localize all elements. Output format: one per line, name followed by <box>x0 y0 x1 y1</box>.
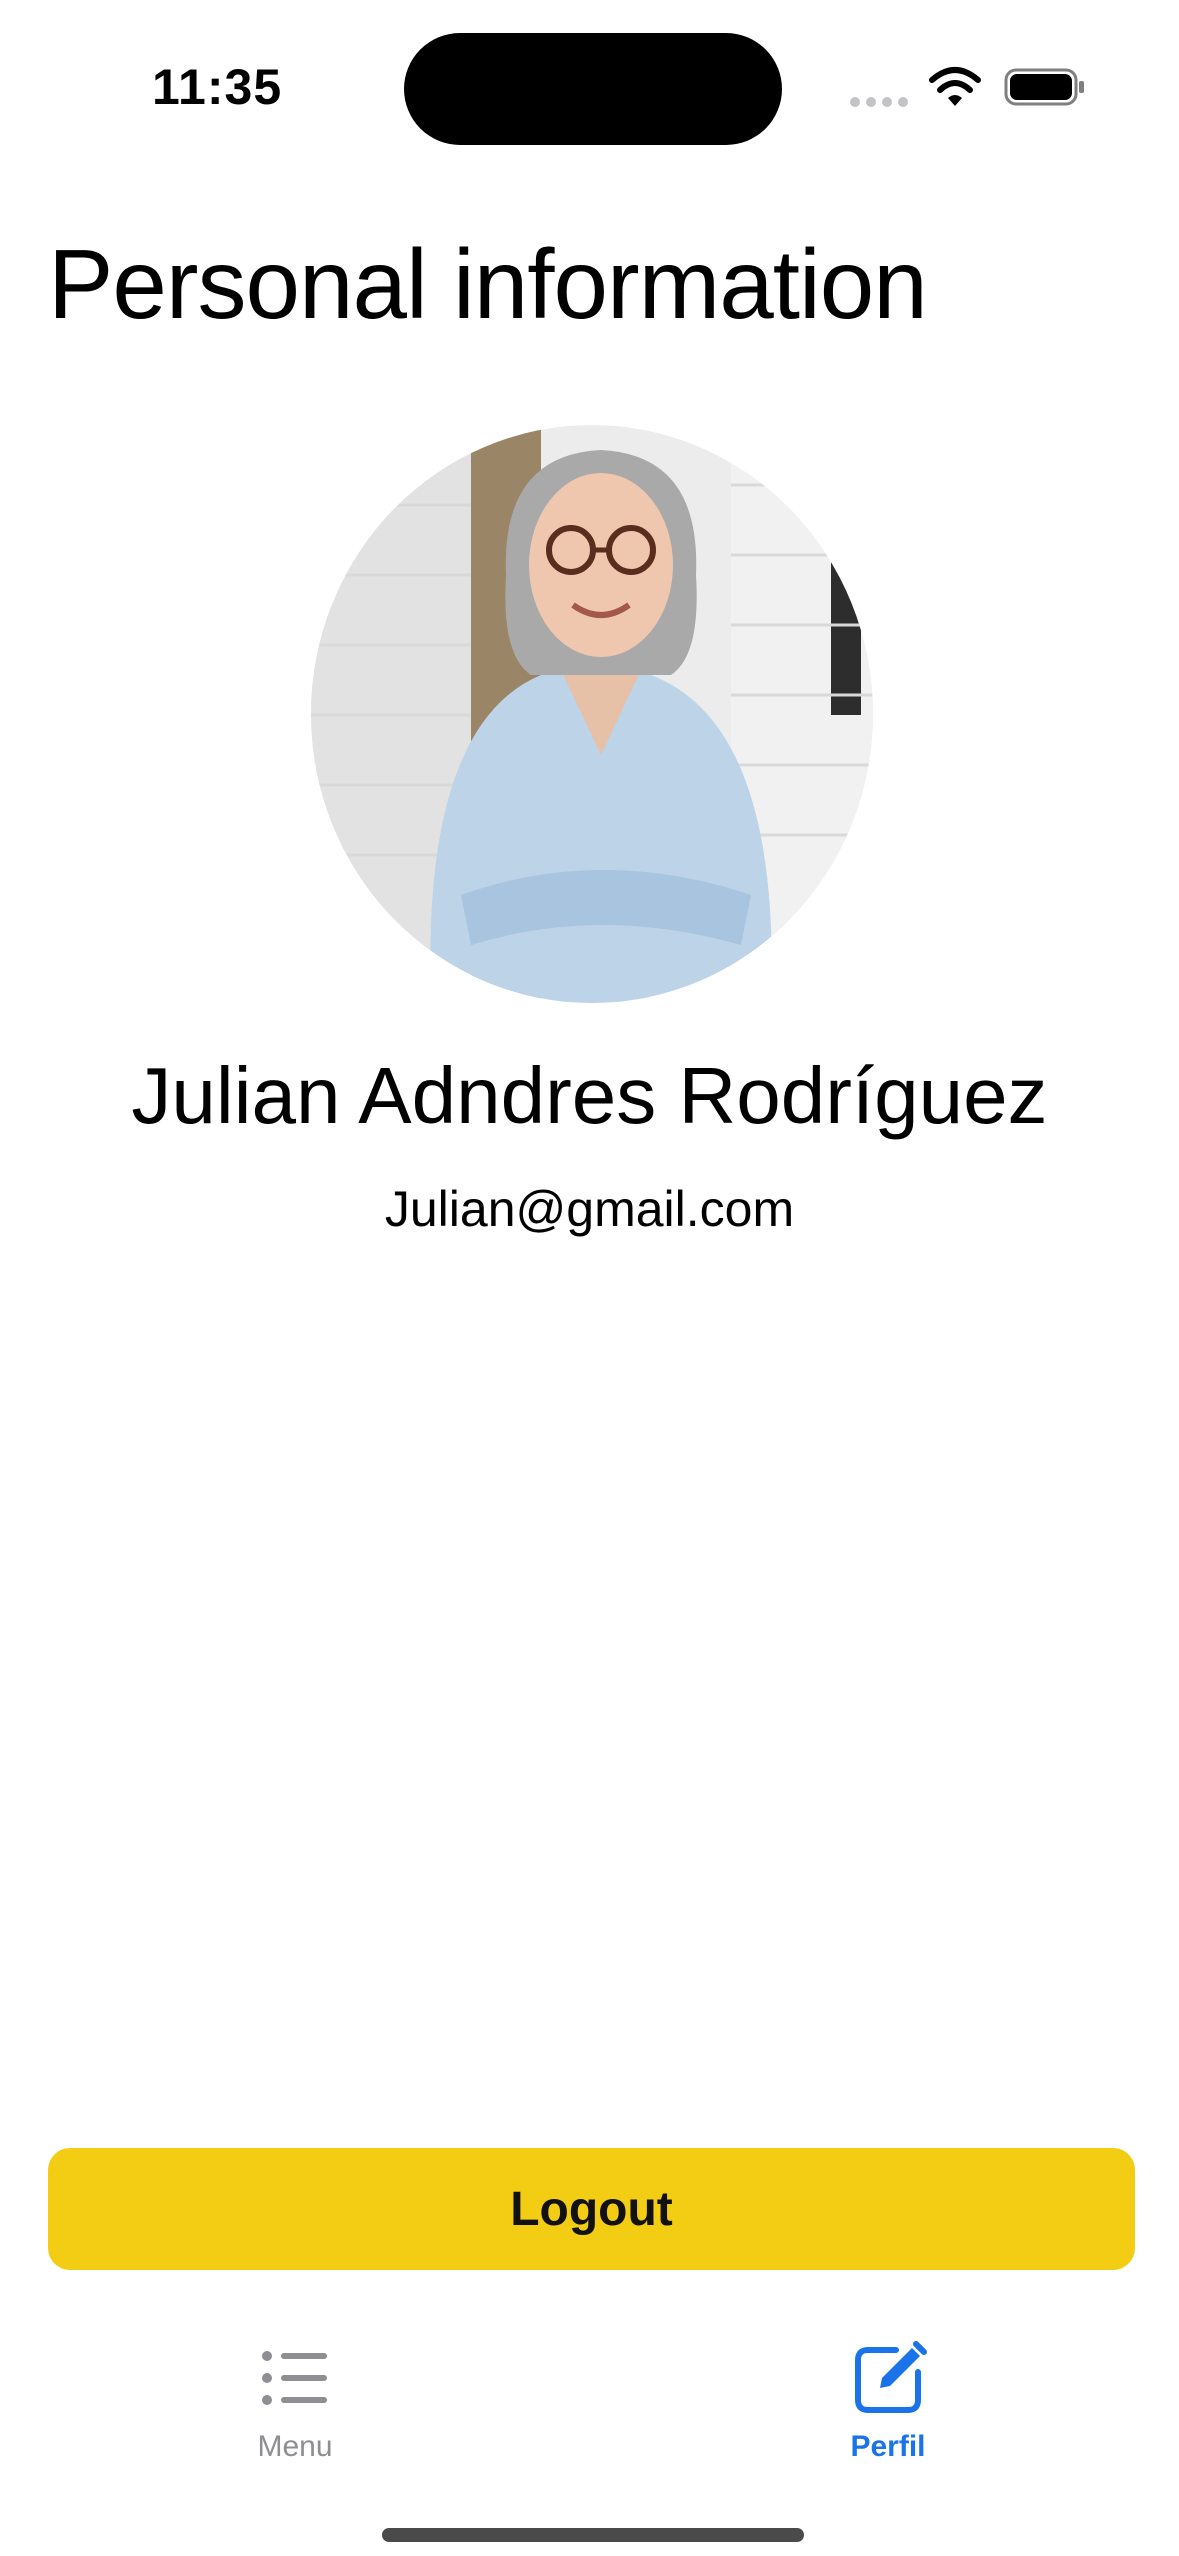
status-time: 11:35 <box>152 59 283 115</box>
cellular-signal-icon <box>850 97 908 107</box>
wifi-icon <box>929 67 981 106</box>
home-indicator <box>382 2528 804 2542</box>
status-bar: 11:35 <box>0 0 1179 160</box>
list-icon <box>262 2351 327 2405</box>
tab-perfil[interactable]: Perfil <box>788 2320 988 2470</box>
edit-square-icon <box>855 2341 927 2413</box>
dynamic-island <box>404 33 782 145</box>
tab-bar: Menu Perfil <box>0 2320 1179 2500</box>
tab-perfil-label: Perfil <box>850 2430 926 2463</box>
page-title: Personal information <box>48 229 928 339</box>
profile-photo <box>311 425 873 1003</box>
battery-icon <box>1004 68 1084 106</box>
avatar <box>311 425 873 1003</box>
tab-menu[interactable]: Menu <box>195 2320 395 2470</box>
profile-name: Julian Adndres Rodríguez <box>131 1051 1048 1140</box>
logout-button[interactable]: Logout <box>48 2148 1135 2270</box>
tab-menu-label: Menu <box>257 2430 333 2463</box>
profile-email: Julian@gmail.com <box>384 1181 795 1237</box>
